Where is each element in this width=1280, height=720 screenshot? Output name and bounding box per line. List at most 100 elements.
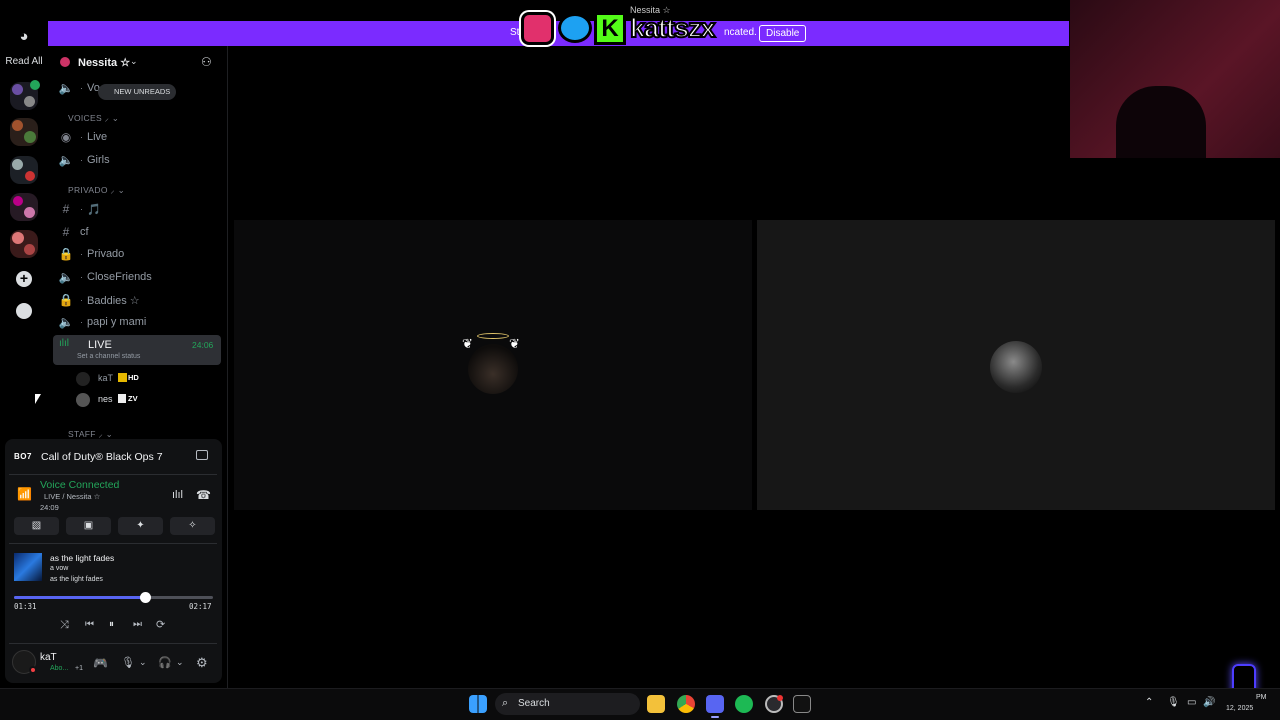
headphones-icon[interactable]: 🎧 bbox=[158, 656, 172, 669]
connection-icon[interactable]: 📶 bbox=[17, 487, 32, 501]
add-server-icon[interactable]: + bbox=[16, 271, 32, 287]
volume-icon[interactable]: 🔊 bbox=[1203, 697, 1215, 708]
user-status: Abo... bbox=[50, 665, 69, 672]
banner-text-left: St bbox=[510, 27, 520, 38]
panel-divider bbox=[9, 643, 217, 644]
add-member-icon[interactable]: ⚇ bbox=[201, 55, 212, 69]
chevron-down-icon[interactable]: ⌄ bbox=[176, 657, 184, 668]
clock-date[interactable]: 12, 2025 bbox=[1226, 705, 1253, 712]
bullet: · bbox=[80, 155, 83, 165]
previous-icon[interactable]: ⏮ bbox=[85, 619, 94, 630]
windows-start-icon[interactable] bbox=[469, 695, 487, 713]
channel-status-hint[interactable]: Set a channel status bbox=[77, 353, 140, 360]
category-voices[interactable]: VOICES ⸝ ⌄ bbox=[68, 113, 119, 124]
speaker-icon: 🔈 bbox=[58, 315, 74, 329]
share-screen-button[interactable]: ▣ bbox=[66, 517, 111, 535]
status-dnd-icon bbox=[29, 666, 37, 674]
new-unreads-pill[interactable]: NEW UNREADS bbox=[98, 84, 177, 100]
user-name[interactable]: kaT bbox=[40, 652, 57, 663]
search-icon: ⌕ bbox=[502, 697, 509, 709]
progress-knob[interactable] bbox=[139, 592, 151, 603]
channel-live-stage[interactable]: ◉ · Live bbox=[58, 126, 222, 148]
channel-privado[interactable]: 🔒 · Privado bbox=[58, 243, 222, 265]
pause-icon[interactable]: ⏸ bbox=[109, 619, 114, 630]
clock-time[interactable]: PM bbox=[1256, 694, 1267, 701]
noise-suppression-icon[interactable]: ılıl bbox=[172, 489, 183, 501]
track-artist[interactable]: a vow bbox=[50, 565, 68, 572]
repeat-icon[interactable]: ⟳ bbox=[156, 618, 165, 631]
album-art[interactable] bbox=[14, 553, 42, 581]
chevron-up-icon[interactable]: ⌃ bbox=[1145, 697, 1153, 708]
channel-label: LIVE bbox=[88, 339, 112, 351]
channel-papi-y-mami[interactable]: 🔈 · papi y mami bbox=[58, 311, 222, 333]
server-folder-2[interactable] bbox=[10, 118, 38, 146]
speaker-icon: 🔈 bbox=[58, 270, 74, 284]
category-privado[interactable]: PRIVADO ⸝ ⌄ bbox=[68, 185, 125, 196]
bullet: · bbox=[80, 295, 83, 305]
activities-button[interactable]: ✦ bbox=[118, 517, 163, 535]
microphone-tray-icon[interactable]: 🎙 bbox=[1167, 697, 1180, 708]
server-folder-3[interactable] bbox=[10, 156, 38, 184]
call-of-duty-icon[interactable] bbox=[793, 695, 811, 713]
hash-icon: # bbox=[62, 202, 70, 216]
bullet: · bbox=[80, 204, 83, 214]
activity-game[interactable]: Call of Duty® Black Ops 7 bbox=[41, 451, 163, 463]
channel-music[interactable]: # · 🎵 bbox=[58, 198, 222, 220]
channel-baddies[interactable]: 🔒 · Baddies ☆ bbox=[58, 289, 222, 311]
twitter-icon bbox=[558, 13, 592, 43]
member-row[interactable]: kaT HD bbox=[76, 370, 216, 388]
instagram-icon bbox=[521, 12, 554, 45]
channel-label: Girls bbox=[87, 154, 110, 166]
read-all-button[interactable]: Read All bbox=[2, 56, 46, 67]
discord-icon[interactable] bbox=[706, 695, 724, 713]
channel-live-active[interactable]: ılıl LIVE 24:06 Set a channel status bbox=[53, 335, 221, 365]
discord-home-icon[interactable]: ◕ bbox=[10, 24, 38, 50]
game-controller-icon[interactable]: 🎮 bbox=[93, 656, 108, 670]
notification-badge bbox=[30, 80, 40, 90]
track-title[interactable]: as the light fades bbox=[50, 553, 114, 563]
speaker-icon: 🔈 bbox=[58, 81, 74, 95]
microphone-icon[interactable]: 🎙 bbox=[121, 656, 135, 669]
server-name[interactable]: Nessita ☆ bbox=[78, 56, 130, 69]
disable-button[interactable]: Disable bbox=[759, 25, 807, 42]
channel-cf[interactable]: # cf bbox=[58, 221, 222, 243]
voice-channel[interactable]: LIVE / Nessita ☆ bbox=[44, 492, 100, 501]
bullet: · bbox=[80, 272, 83, 282]
channel-label: papi y mami bbox=[87, 316, 147, 328]
chevron-down-icon[interactable]: ⌄ bbox=[130, 56, 138, 67]
progress-fill bbox=[14, 596, 146, 599]
chrome-icon[interactable] bbox=[677, 695, 695, 713]
server-folder-5[interactable] bbox=[10, 230, 38, 258]
active-app-indicator bbox=[711, 716, 719, 718]
taskbar-search[interactable]: ⌕ Search bbox=[495, 693, 640, 715]
discover-icon[interactable] bbox=[16, 303, 32, 319]
member-row[interactable]: nes ZV bbox=[76, 391, 216, 409]
member-name: kaT bbox=[98, 373, 114, 383]
network-icon[interactable]: ▭ bbox=[1187, 697, 1196, 708]
screen-share-icon[interactable] bbox=[196, 450, 208, 460]
bullet: · bbox=[80, 317, 83, 327]
camera-off-button[interactable]: ▧ bbox=[14, 517, 59, 535]
server-folder-4[interactable] bbox=[10, 193, 38, 221]
voice-status[interactable]: Voice Connected bbox=[40, 479, 119, 491]
progress-track[interactable] bbox=[14, 592, 213, 603]
video-tile-left[interactable]: ❦ ❦ bbox=[234, 220, 752, 510]
shuffle-icon[interactable]: ⤨ bbox=[60, 619, 69, 632]
next-icon[interactable]: ⏭ bbox=[133, 619, 142, 630]
video-tile-right[interactable] bbox=[757, 220, 1275, 510]
settings-icon[interactable]: ⚙ bbox=[196, 655, 208, 671]
spotify-icon[interactable] bbox=[735, 695, 753, 713]
channel-closefriends[interactable]: 🔈 · CloseFriends bbox=[58, 266, 222, 288]
track-album: as the light fades bbox=[50, 576, 103, 583]
file-explorer-icon[interactable] bbox=[647, 695, 665, 713]
member-badge: HD bbox=[118, 373, 141, 382]
social-handle: kattszx bbox=[629, 12, 717, 44]
member-name: nes bbox=[98, 394, 113, 404]
channel-girls[interactable]: 🔈 · Girls bbox=[58, 149, 222, 171]
speaker-icon: 🔈 bbox=[58, 153, 74, 167]
disconnect-icon[interactable]: ☎ bbox=[196, 488, 211, 502]
voice-activity-icon: ılıl bbox=[59, 338, 69, 349]
soundboard-button[interactable]: ✧ bbox=[170, 517, 215, 535]
chevron-down-icon[interactable]: ⌄ bbox=[139, 657, 147, 668]
angel-wing-right-icon: ❦ bbox=[509, 336, 520, 351]
